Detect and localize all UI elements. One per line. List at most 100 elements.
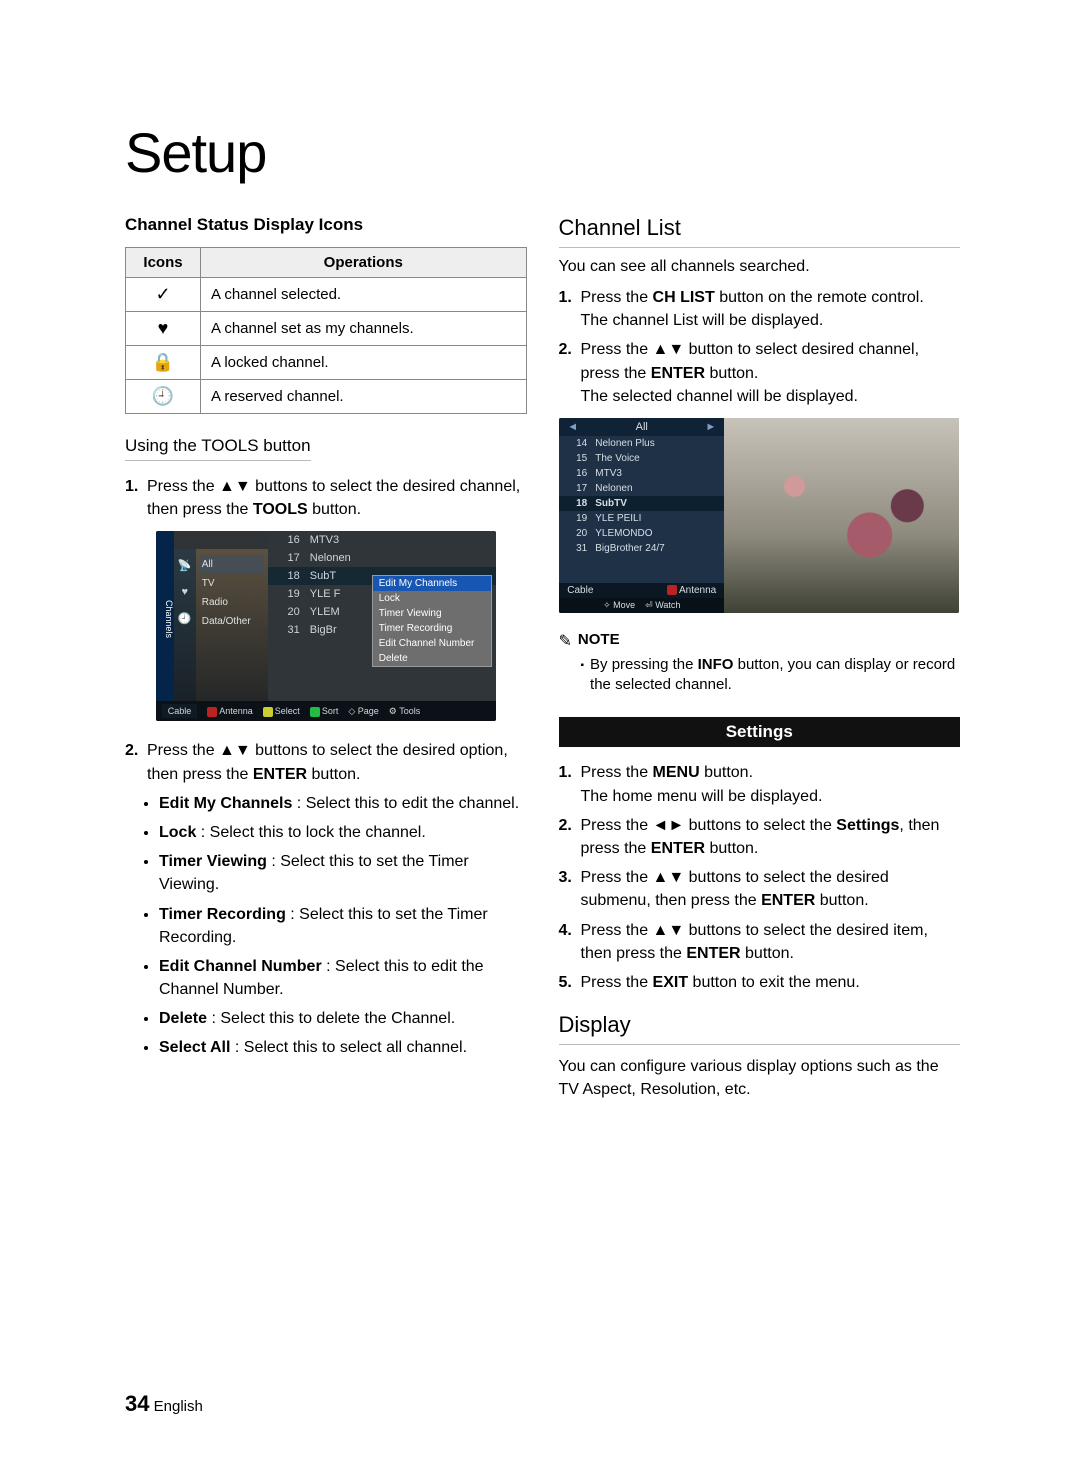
name: Nelonen <box>310 552 351 564</box>
side-label: Channels <box>156 531 174 701</box>
divider <box>559 247 961 248</box>
lang: English <box>154 1398 203 1415</box>
n: 19 <box>276 588 300 600</box>
bullet: Timer Viewing : Select this to set the T… <box>159 850 527 896</box>
right-column: Channel List You can see all channels se… <box>559 215 961 1102</box>
name: SubTV <box>595 498 627 509</box>
n: 19 <box>567 513 587 524</box>
op-text: A reserved channel. <box>201 380 527 414</box>
info-word: INFO <box>698 656 734 673</box>
bullet: Edit Channel Number : Select this to edi… <box>159 955 527 1001</box>
step-number: 2. <box>559 338 581 408</box>
t: The channel List will be displayed. <box>581 312 824 329</box>
display-body: You can configure various display option… <box>559 1055 961 1101</box>
bullet: Timer Recording : Select this to set the… <box>159 903 527 949</box>
t: button. <box>705 365 758 382</box>
t: Press the <box>581 869 653 886</box>
t: buttons to select the <box>684 817 836 834</box>
n: 20 <box>567 528 587 539</box>
table-row: ♥ A channel set as my channels. <box>126 312 527 346</box>
t: Press the <box>581 341 653 358</box>
t: button. <box>700 764 753 781</box>
t: Cable <box>567 585 593 596</box>
name: The Voice <box>595 453 639 464</box>
t: Press the <box>147 742 219 759</box>
b: Lock <box>159 824 196 841</box>
clock-icon: 🕘 <box>178 612 192 625</box>
op-text: A channel set as my channels. <box>201 312 527 346</box>
t: Sort <box>322 706 339 716</box>
name: YLEM <box>310 606 340 618</box>
channel-rows: 14Nelonen Plus 15The Voice 16MTV3 17Nelo… <box>559 436 724 583</box>
n: 15 <box>567 453 587 464</box>
settings-heading: Settings <box>559 717 961 747</box>
th-operations: Operations <box>201 248 527 278</box>
menu-item: Edit My Channels <box>373 576 491 591</box>
name: SubT <box>310 570 336 582</box>
t: The home menu will be displayed. <box>581 788 823 805</box>
cat-item: TV <box>200 574 264 593</box>
clock-icon: 🕘 <box>126 380 201 414</box>
t: button. <box>308 501 361 518</box>
b: Timer Viewing <box>159 853 267 870</box>
tab-label: All <box>636 421 648 433</box>
name: YLE PEILI <box>595 513 641 524</box>
t: button to exit the menu. <box>688 974 860 991</box>
name: BigBrother 24/7 <box>595 543 665 554</box>
n: 34 <box>125 1391 149 1416</box>
n: 20 <box>276 606 300 618</box>
enter-word: ENTER <box>686 945 740 962</box>
heart-icon: ♥ <box>181 586 188 598</box>
tools-word: TOOLS <box>253 501 308 518</box>
n: 31 <box>276 624 300 636</box>
lock-icon: 🔒 <box>126 346 201 380</box>
menu-item: Edit Channel Number <box>373 636 491 651</box>
n: 16 <box>567 468 587 479</box>
n: 16 <box>276 534 300 546</box>
note-text: By pressing the INFO button, you can dis… <box>590 655 960 696</box>
tools-popup: Edit My Channels Lock Timer Viewing Time… <box>372 575 492 667</box>
t: : Select this to delete the Channel. <box>207 1010 455 1027</box>
b: Edit My Channels <box>159 795 292 812</box>
menu-item: Timer Recording <box>373 621 491 636</box>
arrows-ud-icon: ▲▼ <box>219 742 251 759</box>
t: : Select this to edit the channel. <box>292 795 519 812</box>
name: Nelonen Plus <box>595 438 654 449</box>
b: Edit Channel Number <box>159 958 322 975</box>
enter-word: ENTER <box>651 840 705 857</box>
arrows-ud-icon: ▲▼ <box>653 869 685 886</box>
note-icon: ✎ <box>559 631 572 651</box>
foot-row: ✧ Move ⏎ Watch <box>559 598 724 613</box>
t: By pressing the <box>590 656 698 673</box>
intro-text: You can see all channels searched. <box>559 258 961 276</box>
t: Select <box>275 706 300 716</box>
menu-item: Timer Viewing <box>373 606 491 621</box>
n: 18 <box>276 570 300 582</box>
cable-label: Cable <box>162 704 198 718</box>
step-number: 1. <box>125 475 147 521</box>
t: Antenna <box>219 706 253 716</box>
t: Page <box>358 706 379 716</box>
t: : Select this to select all channel. <box>230 1039 467 1056</box>
heart-icon: ♥ <box>126 312 201 346</box>
enter-word: ENTER <box>761 892 815 909</box>
t: button. <box>741 945 794 962</box>
step-body: Press the MENU button. The home menu wil… <box>581 761 961 807</box>
footer-bar: Cable Antenna Select Sort ◇ Page ⚙ Tools <box>156 701 496 721</box>
bullet: Lock : Select this to lock the channel. <box>159 821 527 844</box>
step-number: 4. <box>559 919 581 965</box>
t: Press the <box>581 922 653 939</box>
enter-word: ENTER <box>651 365 705 382</box>
n: 31 <box>567 543 587 554</box>
op-text: A locked channel. <box>201 346 527 380</box>
op-text: A channel selected. <box>201 278 527 312</box>
icons-table: Icons Operations ✓ A channel selected. ♥… <box>125 247 527 414</box>
page-title: Setup <box>125 120 960 185</box>
t: Watch <box>655 600 680 610</box>
category-list: All TV Radio Data/Other <box>196 549 268 701</box>
menu-item: Delete <box>373 651 491 666</box>
left-column: Channel Status Display Icons Icons Opera… <box>125 215 527 1102</box>
page-number: 34 English <box>125 1391 203 1417</box>
step-body: Press the ▲▼ buttons to select the desir… <box>581 919 961 965</box>
name: YLE F <box>310 588 341 600</box>
